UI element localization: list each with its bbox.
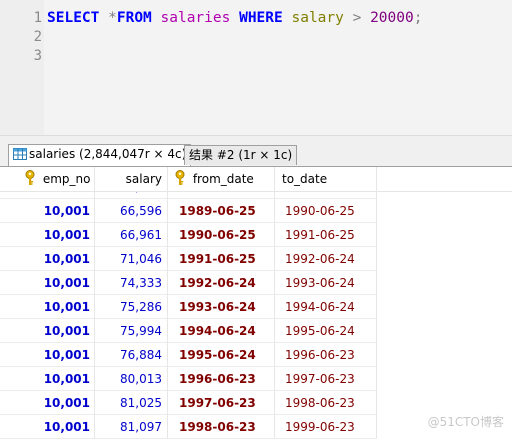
star-token: * xyxy=(108,10,117,26)
column-header-from-date[interactable]: from_date xyxy=(168,167,275,191)
table-row[interactable]: 10,001 74,333 1992-06-24 1993-06-24 xyxy=(0,271,512,295)
primary-key-icon xyxy=(175,170,185,185)
line-number-gutter: 1 2 3 xyxy=(0,0,44,135)
result-grid[interactable]: 60,074 1988-06-25 1989-06-25 10,001 66,5… xyxy=(0,167,512,439)
line-number: 3 xyxy=(33,48,42,64)
result-tabs: salaries (2,844,047r × 4c) 结果 #2 (1r × 1… xyxy=(0,144,512,167)
cell-salary[interactable]: 66,961 xyxy=(95,223,168,247)
cell-salary[interactable]: 71,046 xyxy=(95,247,168,271)
column-header-label: to_date xyxy=(282,172,328,186)
tab-salaries[interactable]: salaries (2,844,047r × 4c) xyxy=(8,144,192,166)
value-token: 20000 xyxy=(370,10,414,26)
cell-to-date[interactable]: 1992-06-24 xyxy=(275,247,377,271)
cell-to-date[interactable]: 1990-06-25 xyxy=(275,199,377,223)
cell-from-date[interactable]: 1997-06-23 xyxy=(168,391,275,415)
table-row[interactable]: 10,001 66,596 1989-06-25 1990-06-25 xyxy=(0,199,512,223)
table-name-token: salaries xyxy=(160,10,231,26)
cell-emp-no[interactable]: 10,001 xyxy=(0,391,95,415)
cell-to-date[interactable]: 1999-06-23 xyxy=(275,415,377,439)
sql-query-line[interactable]: SELECT *FROM salaries WHERE salary > 200… xyxy=(47,9,422,28)
cell-from-date[interactable]: 1992-06-24 xyxy=(168,271,275,295)
table-row[interactable]: 10,001 80,013 1996-06-23 1997-06-23 xyxy=(0,367,512,391)
cell-from-date[interactable]: 1990-06-25 xyxy=(168,223,275,247)
cell-emp-no[interactable]: 10,001 xyxy=(0,271,95,295)
cell-from-date[interactable]: 1993-06-24 xyxy=(168,295,275,319)
cell-salary[interactable]: 81,025 xyxy=(95,391,168,415)
cell-to-date[interactable]: 1991-06-25 xyxy=(275,223,377,247)
cell-to-date[interactable]: 1996-06-23 xyxy=(275,343,377,367)
column-header-label: salary xyxy=(125,172,162,186)
tab-label: salaries (2,844,047r × 4c) xyxy=(29,147,187,161)
terminator-token: ; xyxy=(413,10,423,26)
cell-to-date[interactable]: 1995-06-24 xyxy=(275,319,377,343)
column-header-label: from_date xyxy=(192,172,254,186)
table-row[interactable]: 10,001 81,025 1997-06-23 1998-06-23 xyxy=(0,391,512,415)
keyword-select: SELECT xyxy=(47,10,100,26)
cell-salary[interactable]: 80,013 xyxy=(95,367,168,391)
column-header-label: emp_no xyxy=(42,172,91,186)
column-header-to-date[interactable]: to_date xyxy=(275,167,377,191)
table-row[interactable]: 10,001 71,046 1991-06-25 1992-06-24 xyxy=(0,247,512,271)
cell-emp-no[interactable]: 10,001 xyxy=(0,367,95,391)
watermark-text: @51CTO博客 xyxy=(427,415,504,429)
operator-token: > xyxy=(352,10,362,26)
cell-emp-no[interactable]: 10,001 xyxy=(0,343,95,367)
cell-from-date[interactable]: 1991-06-25 xyxy=(168,247,275,271)
column-header-salary[interactable]: salary xyxy=(95,167,168,191)
cell-salary[interactable]: 81,097 xyxy=(95,415,168,439)
keyword-where: WHERE xyxy=(239,10,283,26)
cell-from-date[interactable]: 1996-06-23 xyxy=(168,367,275,391)
cell-emp-no[interactable]: 10,001 xyxy=(0,415,95,439)
cell-salary[interactable]: 66,596 xyxy=(95,199,168,223)
table-row[interactable]: 10,001 75,286 1993-06-24 1994-06-24 xyxy=(0,295,512,319)
table-grid-icon xyxy=(13,148,27,160)
column-token: salary xyxy=(291,10,344,26)
tab-label: 结果 #2 (1r × 1c) xyxy=(189,148,293,162)
cell-emp-no[interactable]: 10,001 xyxy=(0,247,95,271)
cell-emp-no[interactable]: 10,001 xyxy=(0,199,95,223)
sql-editor[interactable]: 1 2 3 SELECT *FROM salaries WHERE salary… xyxy=(0,0,512,135)
keyword-from: FROM xyxy=(116,10,152,26)
table-row[interactable]: 10,001 66,961 1990-06-25 1991-06-25 xyxy=(0,223,512,247)
cell-to-date[interactable]: 1993-06-24 xyxy=(275,271,377,295)
line-number: 2 xyxy=(33,29,42,45)
cell-to-date[interactable]: 1998-06-23 xyxy=(275,391,377,415)
cell-emp-no[interactable]: 10,001 xyxy=(0,319,95,343)
line-number: 1 xyxy=(33,10,42,26)
column-header-emp-no[interactable]: emp_no xyxy=(0,167,95,191)
cell-emp-no[interactable]: 10,001 xyxy=(0,223,95,247)
cell-from-date[interactable]: 1989-06-25 xyxy=(168,199,275,223)
table-row[interactable]: 10,001 75,994 1994-06-24 1995-06-24 xyxy=(0,319,512,343)
cell-to-date[interactable]: 1997-06-23 xyxy=(275,367,377,391)
cell-salary[interactable]: 74,333 xyxy=(95,271,168,295)
grid-header: emp_no salary from_date to_date xyxy=(0,167,512,192)
table-row[interactable]: 10,001 76,884 1995-06-24 1996-06-23 xyxy=(0,343,512,367)
tab-result-2[interactable]: 结果 #2 (1r × 1c) xyxy=(184,145,298,165)
cell-from-date[interactable]: 1995-06-24 xyxy=(168,343,275,367)
primary-key-icon xyxy=(25,170,35,185)
cell-salary[interactable]: 75,994 xyxy=(95,319,168,343)
cell-salary[interactable]: 75,286 xyxy=(95,295,168,319)
cell-emp-no[interactable]: 10,001 xyxy=(0,295,95,319)
cell-to-date[interactable]: 1994-06-24 xyxy=(275,295,377,319)
cell-salary[interactable]: 76,884 xyxy=(95,343,168,367)
cell-from-date[interactable]: 1994-06-24 xyxy=(168,319,275,343)
cell-from-date[interactable]: 1998-06-23 xyxy=(168,415,275,439)
